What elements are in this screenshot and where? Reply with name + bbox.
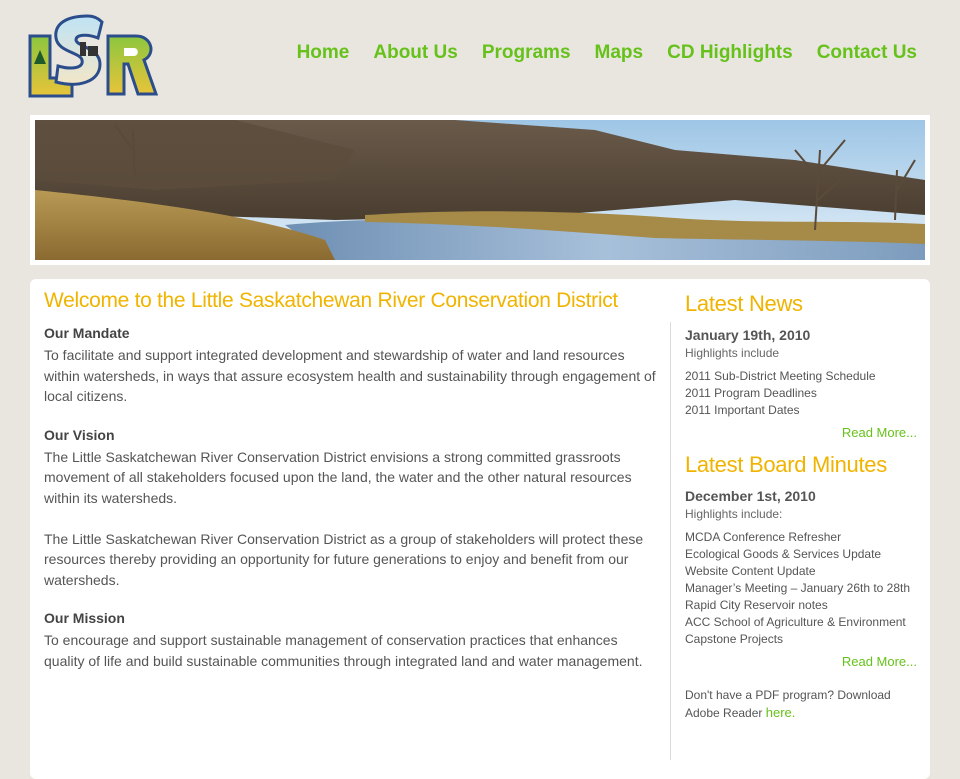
sidebar: Latest News January 19th, 2010 Highlight… xyxy=(685,291,917,722)
nav-cd-highlights[interactable]: CD Highlights xyxy=(667,42,793,64)
news-item: 2011 Important Dates xyxy=(685,403,800,417)
nav-maps[interactable]: Maps xyxy=(595,42,644,64)
pdf-notice: Don't have a PDF program? Download Adobe… xyxy=(685,687,917,722)
vision-text-2: The Little Saskatchewan River Conservati… xyxy=(44,530,644,588)
news-item: 2011 Program Deadlines xyxy=(685,386,817,400)
news-highlights-label: Highlights include xyxy=(685,346,780,360)
vision-text: The Little Saskatchewan River Conservati… xyxy=(44,448,632,506)
minutes-read-more-link[interactable]: Read More... xyxy=(685,654,917,669)
minutes-item: Rapid City Reservoir notes xyxy=(685,598,828,612)
adobe-reader-link[interactable]: here. xyxy=(766,705,796,720)
news-item: 2011 Sub-District Meeting Schedule xyxy=(685,369,876,383)
content-panel: Welcome to the Little Saskatchewan River… xyxy=(30,279,930,779)
header-banner xyxy=(30,115,930,265)
mission-text: To encourage and support sustainable man… xyxy=(44,632,643,669)
mandate-text: To facilitate and support integrated dev… xyxy=(44,347,656,405)
board-minutes-title: Latest Board Minutes xyxy=(685,452,887,477)
minutes-item: Website Content Update xyxy=(685,564,816,578)
latest-news-title: Latest News xyxy=(685,291,803,316)
page-title: Welcome to the Little Saskatchewan River… xyxy=(44,289,618,312)
lsr-logo[interactable] xyxy=(28,14,158,98)
mission-heading: Our Mission xyxy=(44,610,125,627)
minutes-date: December 1st, 2010 xyxy=(685,488,816,504)
logo-graphic xyxy=(28,14,158,98)
nav-home[interactable]: Home xyxy=(297,42,350,64)
nav-contact-us[interactable]: Contact Us xyxy=(817,42,917,64)
nav-programs[interactable]: Programs xyxy=(482,42,571,64)
main-nav: Home About Us Programs Maps CD Highlight… xyxy=(297,42,917,64)
minutes-item: Ecological Goods & Services Update xyxy=(685,547,882,561)
mandate-heading: Our Mandate xyxy=(44,325,130,341)
vision-heading: Our Vision xyxy=(44,426,115,443)
news-read-more-link[interactable]: Read More... xyxy=(685,425,917,440)
minutes-item: MCDA Conference Refresher xyxy=(685,530,842,544)
nav-about-us[interactable]: About Us xyxy=(373,42,457,64)
minutes-item: ACC School of Agriculture & Environment xyxy=(685,615,906,629)
main-content: Welcome to the Little Saskatchewan River… xyxy=(44,289,656,672)
minutes-list: MCDA Conference Refresher Ecological Goo… xyxy=(685,529,917,648)
minutes-highlights-label: Highlights include: xyxy=(685,507,783,521)
news-list: 2011 Sub-District Meeting Schedule 2011 … xyxy=(685,368,917,419)
river-landscape-image xyxy=(35,120,925,260)
news-date: January 19th, 2010 xyxy=(685,327,811,343)
minutes-item: Manager’s Meeting – January 26th to 28th xyxy=(685,581,911,595)
column-divider xyxy=(670,322,671,760)
minutes-item: Capstone Projects xyxy=(685,632,784,646)
